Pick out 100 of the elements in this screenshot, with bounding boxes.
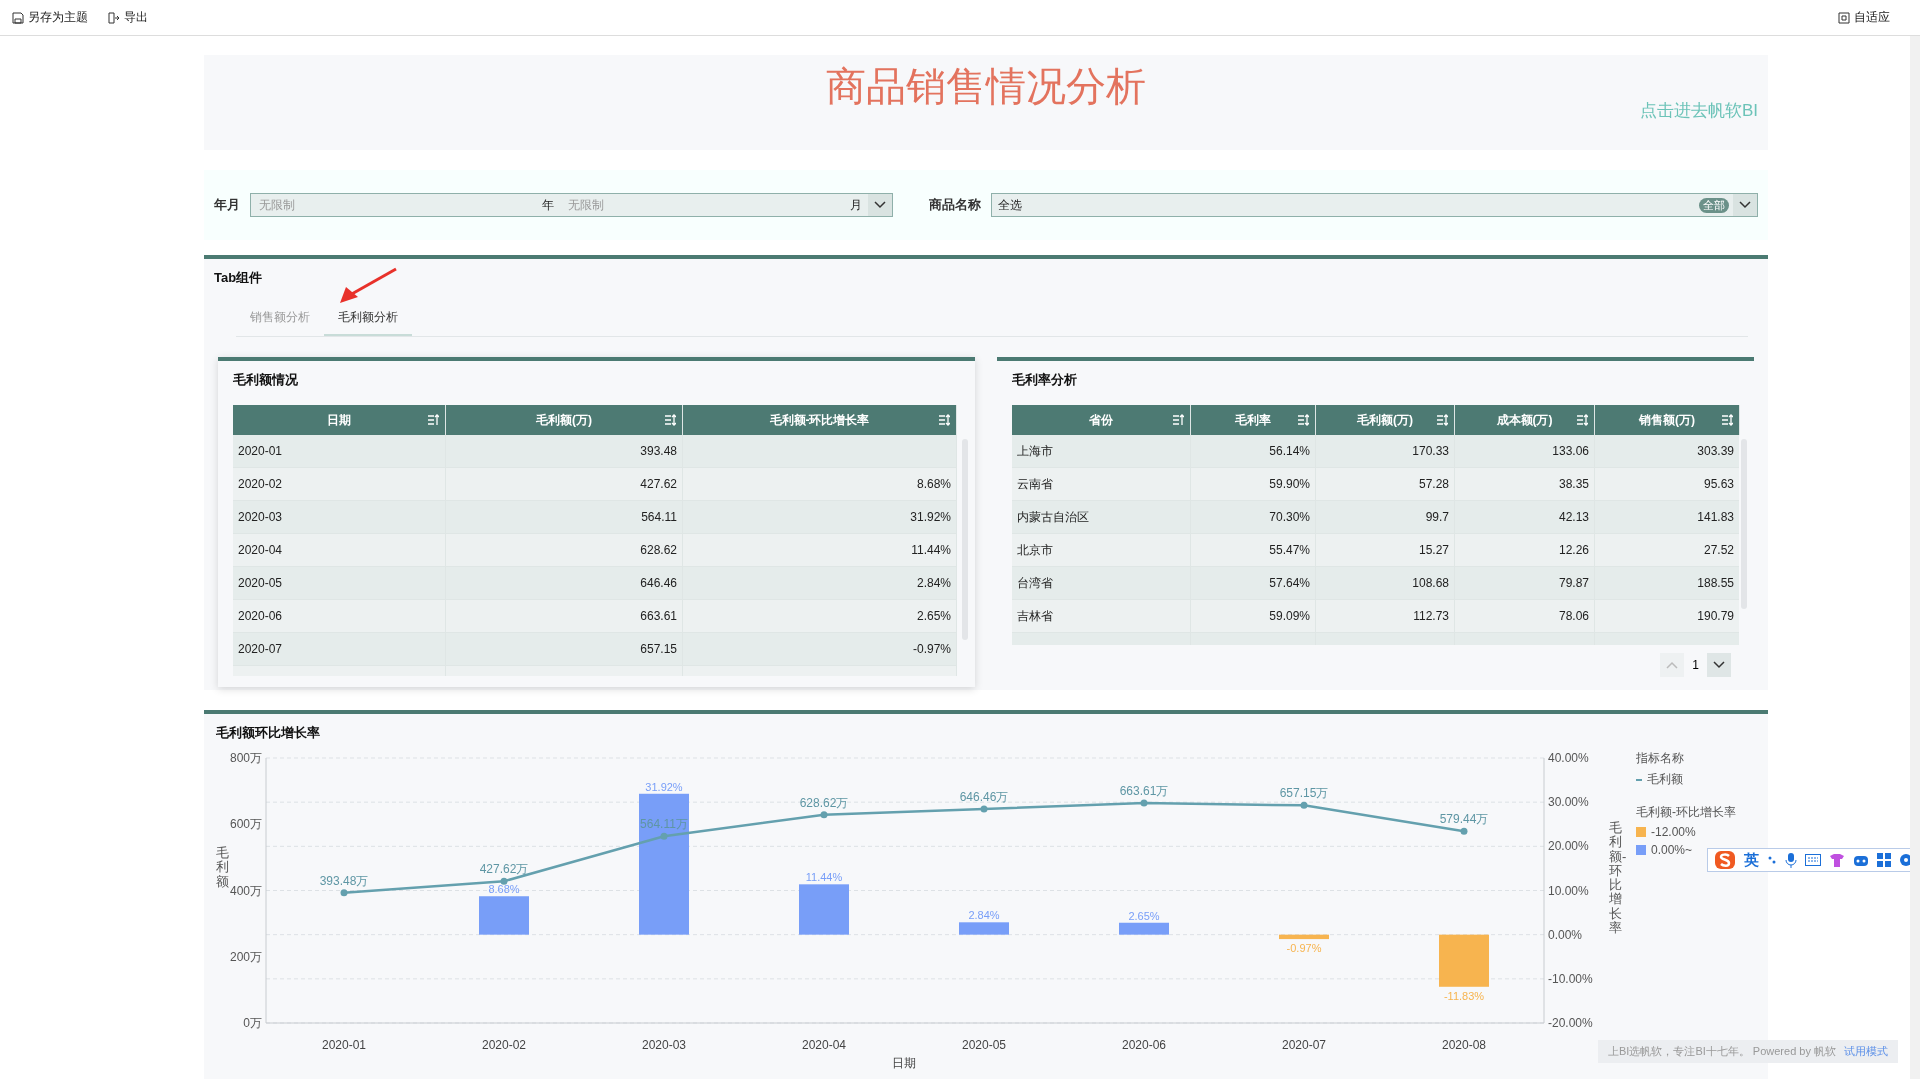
table-cell: 2020-02 — [233, 468, 446, 501]
table-cell: 303.39 — [1595, 435, 1739, 468]
table-cell: 99.7 — [1316, 501, 1455, 534]
table-cell: 108.68 — [1316, 567, 1455, 600]
column-header[interactable]: 省份 — [1012, 405, 1191, 435]
legend-item[interactable]: -12.00% — [1636, 825, 1696, 839]
table-cell: 云南省 — [1012, 468, 1191, 501]
legend-title: 指标名称 — [1636, 750, 1685, 767]
sort-icon[interactable] — [1297, 414, 1309, 426]
column-header[interactable]: 毛利额(万) — [446, 405, 683, 435]
column-header[interactable]: 毛利额(万) — [1316, 405, 1455, 435]
card-title: 毛利额情况 — [233, 371, 298, 389]
data-label: 657.15万 — [1279, 786, 1329, 801]
table-cell: 190.79 — [1595, 600, 1739, 633]
sort-icon[interactable] — [938, 414, 950, 426]
data-label: 579.44万 — [1439, 812, 1489, 827]
table-cell: 27.52 — [1595, 534, 1739, 567]
axis-title: 毛利额 — [216, 846, 229, 889]
table-cell: 59.09% — [1191, 600, 1316, 633]
table-cell: 70.30% — [1191, 501, 1316, 534]
legend-item[interactable]: 毛利额 — [1636, 771, 1683, 788]
data-point — [1300, 801, 1308, 809]
next-page-button[interactable] — [1707, 653, 1731, 677]
table-cell: 393.48 — [446, 435, 683, 468]
data-point — [1140, 799, 1148, 807]
sort-icon[interactable] — [1436, 414, 1448, 426]
legend-title: 毛利额-环比增长率 — [1636, 804, 1736, 821]
axis-label: 2020-08 — [1442, 1038, 1486, 1052]
toolbar-button[interactable]: 导出 — [108, 9, 148, 26]
input-field[interactable]: 无限制 — [257, 197, 536, 213]
card-title: 毛利率分析 — [1012, 371, 1077, 389]
s-logo-icon[interactable] — [1714, 850, 1736, 870]
toolbar-button[interactable]: 另存为主题 — [12, 9, 88, 26]
table-cell: 170.33 — [1316, 435, 1455, 468]
table-cell: 31.92% — [683, 501, 957, 534]
table-cell: 38.35 — [1455, 468, 1595, 501]
keyboard-icon[interactable] — [1805, 854, 1821, 866]
data-label: 8.68% — [488, 883, 520, 896]
sort-icon[interactable] — [427, 414, 439, 426]
data-point — [980, 805, 988, 813]
axis-label: -20.00% — [1548, 1016, 1593, 1030]
table-cell: 112.73 — [1316, 600, 1455, 633]
sort-icon[interactable] — [1576, 414, 1588, 426]
robot-icon[interactable] — [1853, 853, 1869, 867]
axis-label: 10.00% — [1548, 883, 1589, 898]
microphone-icon[interactable] — [1785, 852, 1797, 868]
data-label: 31.92% — [645, 780, 683, 793]
select-field[interactable]: 全选 全部 — [991, 193, 1758, 217]
data-point — [820, 811, 828, 819]
axis-label: 400万 — [229, 883, 262, 898]
legend-item[interactable]: 0.00%~ — [1636, 843, 1693, 857]
data-label: 11.44% — [805, 871, 843, 884]
data-label: 2.65% — [1128, 909, 1160, 922]
axis-label: 2020-03 — [642, 1038, 686, 1052]
table-cell: 95.63 — [1595, 468, 1739, 501]
table-cell: 42.13 — [1455, 501, 1595, 534]
data-label: -11.83% — [1443, 989, 1485, 1002]
data-label: 2.84% — [968, 909, 1000, 922]
trial-mode-link[interactable]: 试用模式 — [1844, 1044, 1888, 1059]
table-cell: 646.46 — [446, 567, 683, 600]
table-cell: 2.84% — [683, 567, 957, 600]
apps-icon[interactable] — [1877, 853, 1891, 867]
scrollbar[interactable] — [1910, 36, 1920, 1079]
column-header[interactable]: 日期 — [233, 405, 446, 435]
table-cell: 188.55 — [1595, 567, 1739, 600]
sort-icon[interactable] — [664, 414, 676, 426]
axis-label: 2020-06 — [1122, 1038, 1166, 1052]
panel-title: Tab组件 — [214, 269, 263, 287]
dropdown-button[interactable] — [868, 194, 893, 216]
table-cell: 657.15 — [446, 633, 683, 666]
table-cell: 12.26 — [1455, 534, 1595, 567]
language-label[interactable]: 英 — [1744, 850, 1759, 870]
column-header[interactable]: 成本额(万) — [1455, 405, 1595, 435]
date-range-field[interactable]: 无限制 年 无限制 月 — [250, 193, 894, 217]
table-cell: 2.65% — [683, 600, 957, 633]
table-cell: 11.44% — [683, 534, 957, 567]
table-cell: 15.27 — [1316, 534, 1455, 567]
chevron-icon — [1739, 201, 1751, 209]
bar — [1279, 934, 1329, 940]
axis-label: 2020-01 — [322, 1038, 366, 1052]
table-cell: 2020-05 — [233, 567, 446, 600]
table-cell: 78.06 — [1455, 600, 1595, 633]
table-cell: 2020-03 — [233, 501, 446, 534]
axis-label: 20.00% — [1548, 839, 1589, 854]
dropdown-button[interactable] — [1733, 194, 1757, 216]
toolbar-button[interactable]: 自适应 — [1838, 9, 1890, 26]
data-label: 427.62万 — [479, 862, 529, 877]
shirt-icon[interactable] — [1829, 853, 1845, 867]
sort-icon[interactable] — [1172, 414, 1184, 426]
footer-text: 上BI选帆软，专注BI十七年。 Powered by 帆软 — [1608, 1044, 1836, 1059]
filter-label: 年月 — [214, 196, 240, 214]
data-label: 663.61万 — [1119, 784, 1169, 799]
filter-label: 商品名称 — [929, 196, 982, 214]
column-header[interactable]: 毛利额-环比增长率 — [683, 405, 957, 435]
column-header[interactable]: 毛利率 — [1191, 405, 1316, 435]
column-header[interactable]: 销售额(万) — [1595, 405, 1740, 435]
input-field[interactable]: 无限制 — [565, 197, 845, 213]
sort-icon[interactable] — [1721, 414, 1733, 426]
bar — [479, 896, 529, 935]
tab[interactable]: 销售额分析 — [236, 301, 324, 336]
